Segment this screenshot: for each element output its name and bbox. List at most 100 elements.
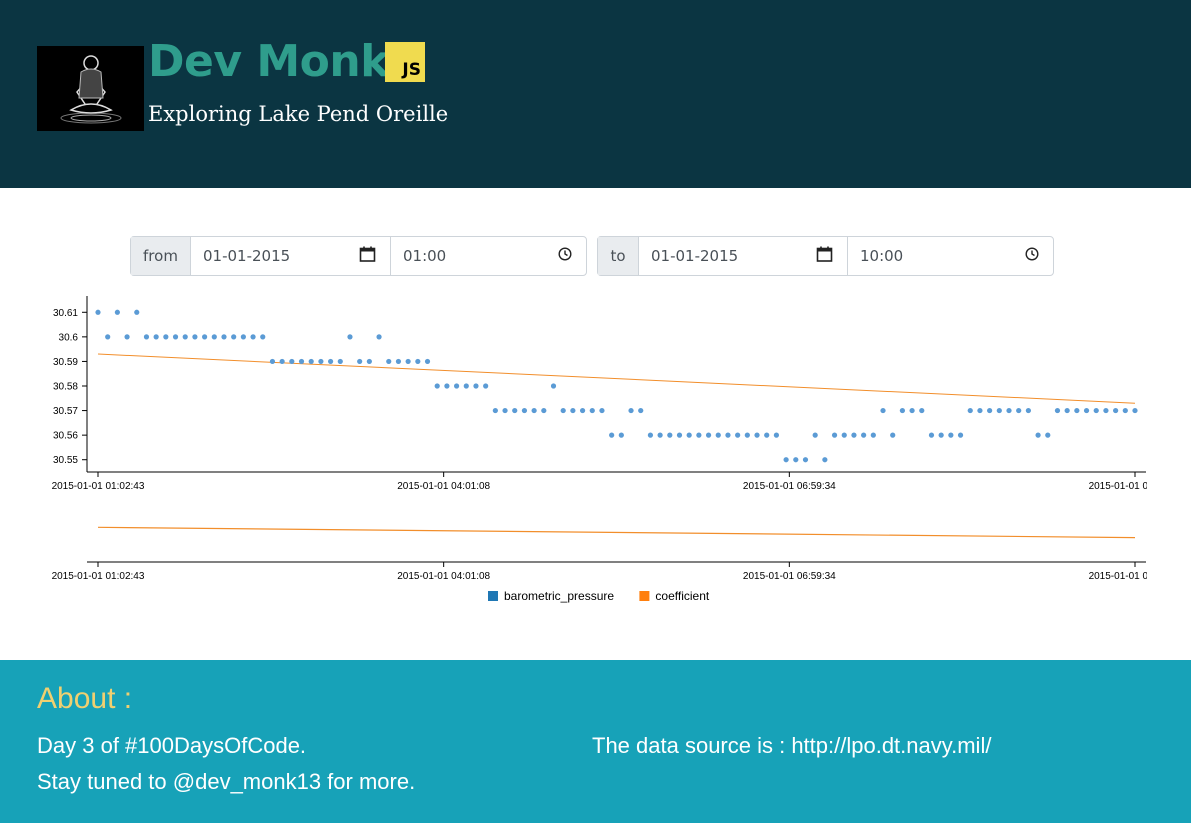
pressure-point (764, 432, 770, 438)
pressure-point (928, 432, 935, 438)
pressure-point (967, 407, 973, 414)
pressure-point (996, 407, 1002, 414)
pressure-point (279, 358, 285, 365)
pressure-point (550, 383, 557, 389)
pressure-point (1083, 407, 1090, 414)
site-brand[interactable]: Dev Monk (148, 36, 389, 87)
pressure-point (977, 407, 983, 414)
axis-clip (1147, 470, 1191, 590)
pressure-point (1132, 407, 1138, 414)
pressure-point (686, 432, 692, 438)
clock-icon[interactable] (1025, 247, 1039, 265)
pressure-point (1122, 407, 1128, 414)
pressure-point (453, 383, 460, 389)
pressure-point (192, 334, 198, 340)
y-tick-label: 30.61 (53, 308, 78, 319)
pressure-point (638, 407, 644, 414)
pressure-point (337, 358, 343, 365)
pressure-point (589, 407, 595, 414)
legend-label: coefficient (655, 589, 709, 603)
pressure-point (899, 407, 906, 414)
pressure-point (386, 358, 392, 365)
pressure-point (163, 334, 169, 340)
pressure-point (676, 432, 683, 438)
to-time-value: 10:00 (860, 247, 904, 265)
pressure-point (269, 358, 276, 365)
to-date-value: 01-01-2015 (651, 247, 739, 265)
from-label: from (131, 237, 191, 275)
from-time-input[interactable]: 01:00 (390, 237, 586, 275)
pressure-point (667, 432, 673, 438)
calendar-icon[interactable] (816, 246, 833, 267)
pressure-point (327, 358, 334, 365)
main-x-tick-label: 2015-01-01 04:01:08 (397, 481, 490, 492)
pressure-point (95, 309, 101, 315)
from-time-value: 01:00 (403, 247, 447, 265)
pressure-point (366, 358, 372, 365)
pressure-point (570, 407, 576, 414)
pressure-point (260, 334, 266, 340)
about-title: About : (37, 682, 133, 715)
y-tick-label: 30.57 (53, 406, 78, 417)
pressure-point (473, 383, 479, 389)
pressure-point (531, 407, 537, 414)
pressure-point (657, 432, 663, 438)
clock-icon[interactable] (558, 247, 572, 265)
pressure-point (831, 432, 838, 438)
pressure-point (599, 407, 605, 414)
pressure-point (492, 407, 498, 414)
pressure-point (725, 432, 731, 438)
pressure-point (512, 407, 518, 414)
pressure-point (1054, 407, 1061, 414)
legend-swatch (488, 591, 498, 601)
calendar-icon[interactable] (359, 246, 376, 267)
pressure-point (773, 432, 780, 438)
to-date-input[interactable]: 01-01-2015 (639, 237, 847, 275)
to-time-input[interactable]: 10:00 (847, 237, 1053, 275)
coefficient-trend-line (97, 353, 1136, 404)
pressure-point (628, 407, 634, 414)
pressure-chart[interactable]: 30.61 30.6 30.59 30.58 30.57 30.56 30.55 2015-0… (0, 290, 1191, 610)
pressure-point (347, 334, 353, 340)
pressure-point (221, 334, 227, 340)
data-source-text: The data source is : http://lpo.dt.navy.… (592, 733, 992, 758)
pressure-point (124, 334, 130, 340)
pressure-point (1025, 407, 1031, 414)
pressure-point (1006, 407, 1012, 414)
pressure-point (289, 358, 295, 365)
pressure-point (395, 358, 402, 365)
pressure-point (647, 432, 654, 438)
pressure-point (1093, 407, 1099, 414)
pressure-point (105, 334, 111, 340)
overview-x-tick-label: 2015-01-01 01:02:43 (52, 571, 145, 582)
about-footer: About : Day 3 of #100DaysOfCode. Stay tu… (0, 660, 1191, 823)
main-x-tick-label: 2015-01-01 06:59:34 (743, 481, 836, 492)
pressure-point (1035, 432, 1041, 438)
from-date-input[interactable]: 01-01-2015 (191, 237, 390, 275)
pressure-point (705, 432, 712, 438)
badge-label: JS (402, 60, 421, 80)
pressure-point (618, 432, 624, 438)
y-tick-label: 30.59 (53, 357, 78, 368)
pressure-point (114, 309, 120, 315)
pressure-point (812, 432, 818, 438)
from-date-value: 01-01-2015 (203, 247, 291, 265)
pressure-point (483, 383, 489, 389)
pressure-point (357, 358, 363, 365)
pressure-point (1064, 407, 1070, 414)
pressure-point (1016, 407, 1022, 414)
pressure-point (172, 334, 179, 340)
pressure-point (405, 358, 411, 365)
pressure-point (211, 334, 217, 340)
overview-coefficient-line (97, 526, 1136, 539)
pressure-point (919, 407, 925, 414)
pressure-point (541, 407, 547, 414)
pressure-point (909, 407, 915, 414)
pressure-point (870, 432, 876, 438)
pressure-point (415, 358, 421, 365)
pressure-point (502, 407, 508, 414)
overview-x-tick-label: 2015-01-01 06:59:34 (743, 571, 836, 582)
pressure-point (376, 334, 382, 340)
pressure-point (609, 432, 615, 438)
pressure-point (424, 358, 431, 365)
